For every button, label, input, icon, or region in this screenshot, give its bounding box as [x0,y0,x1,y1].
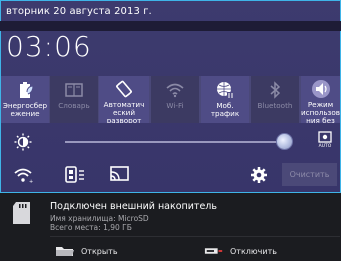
tile-bluetooth[interactable]: Bluetooth [251,76,299,123]
battery-leaf-icon [14,79,36,101]
tile-label: Словарь [58,102,90,110]
notification-title: Подключен внешний накопитель [50,201,217,212]
bluetooth-icon [264,79,286,101]
disconnect-action-label: Отключить [230,246,277,256]
brightness-icon [14,133,32,155]
tile-label: Bluetooth [257,102,293,110]
settings-gear-icon[interactable] [249,165,269,189]
screen-cast-icon[interactable] [109,165,131,189]
disconnect-action-button[interactable]: Отключить [204,244,277,258]
tile-label: Wi-Fi [166,102,184,110]
wifi-settings-icon[interactable]: + [13,166,35,188]
tile-mobile-data[interactable]: Моб. трафик [201,76,249,123]
clock: 03:06 [6,30,92,63]
tile-label: Моб. трафик [210,102,240,118]
tile-label: Энергосбер ежение [2,102,48,118]
open-action-button[interactable]: Открыть [55,244,118,258]
tile-silent-mode[interactable]: Режим использова ния без [301,76,340,123]
globe-data-icon [214,79,236,101]
notification-storage-name: Имя хранилища: MicroSD [50,214,149,223]
date-label: вторник 20 августа 2013 г. [6,6,152,17]
notification-storage-size: Всего места: 1,90 ГБ [50,223,132,232]
sd-card-icon [10,200,36,226]
tile-label: Режим использова ния без [301,100,340,123]
sim-settings-icon[interactable] [64,165,86,189]
svg-text:+: + [29,179,33,184]
brightness-slider-track[interactable] [65,141,285,143]
wifi-icon [164,79,186,101]
rotate-icon [113,79,135,100]
tile-label: Автоматич еский разворот [103,100,145,123]
book-icon [63,79,85,101]
tile-reading[interactable]: Словарь [50,76,98,123]
auto-brightness-toggle[interactable]: AUTO [316,131,334,151]
tile-wifi[interactable]: Wi-Fi [151,76,199,123]
tile-auto-rotate[interactable]: Автоматич еский разворот [99,76,149,123]
auto-label: AUTO [318,144,332,149]
tile-power-saving[interactable]: Энергосбер ежение [1,76,49,123]
notification-divider [50,236,340,237]
eject-card-icon [204,245,224,257]
speaker-icon [310,79,332,100]
folder-icon [55,245,75,257]
auto-brightness-icon [318,131,332,143]
brightness-slider-thumb[interactable] [276,133,293,150]
clear-button[interactable]: Очистить [282,163,337,186]
open-action-label: Открыть [81,246,118,256]
